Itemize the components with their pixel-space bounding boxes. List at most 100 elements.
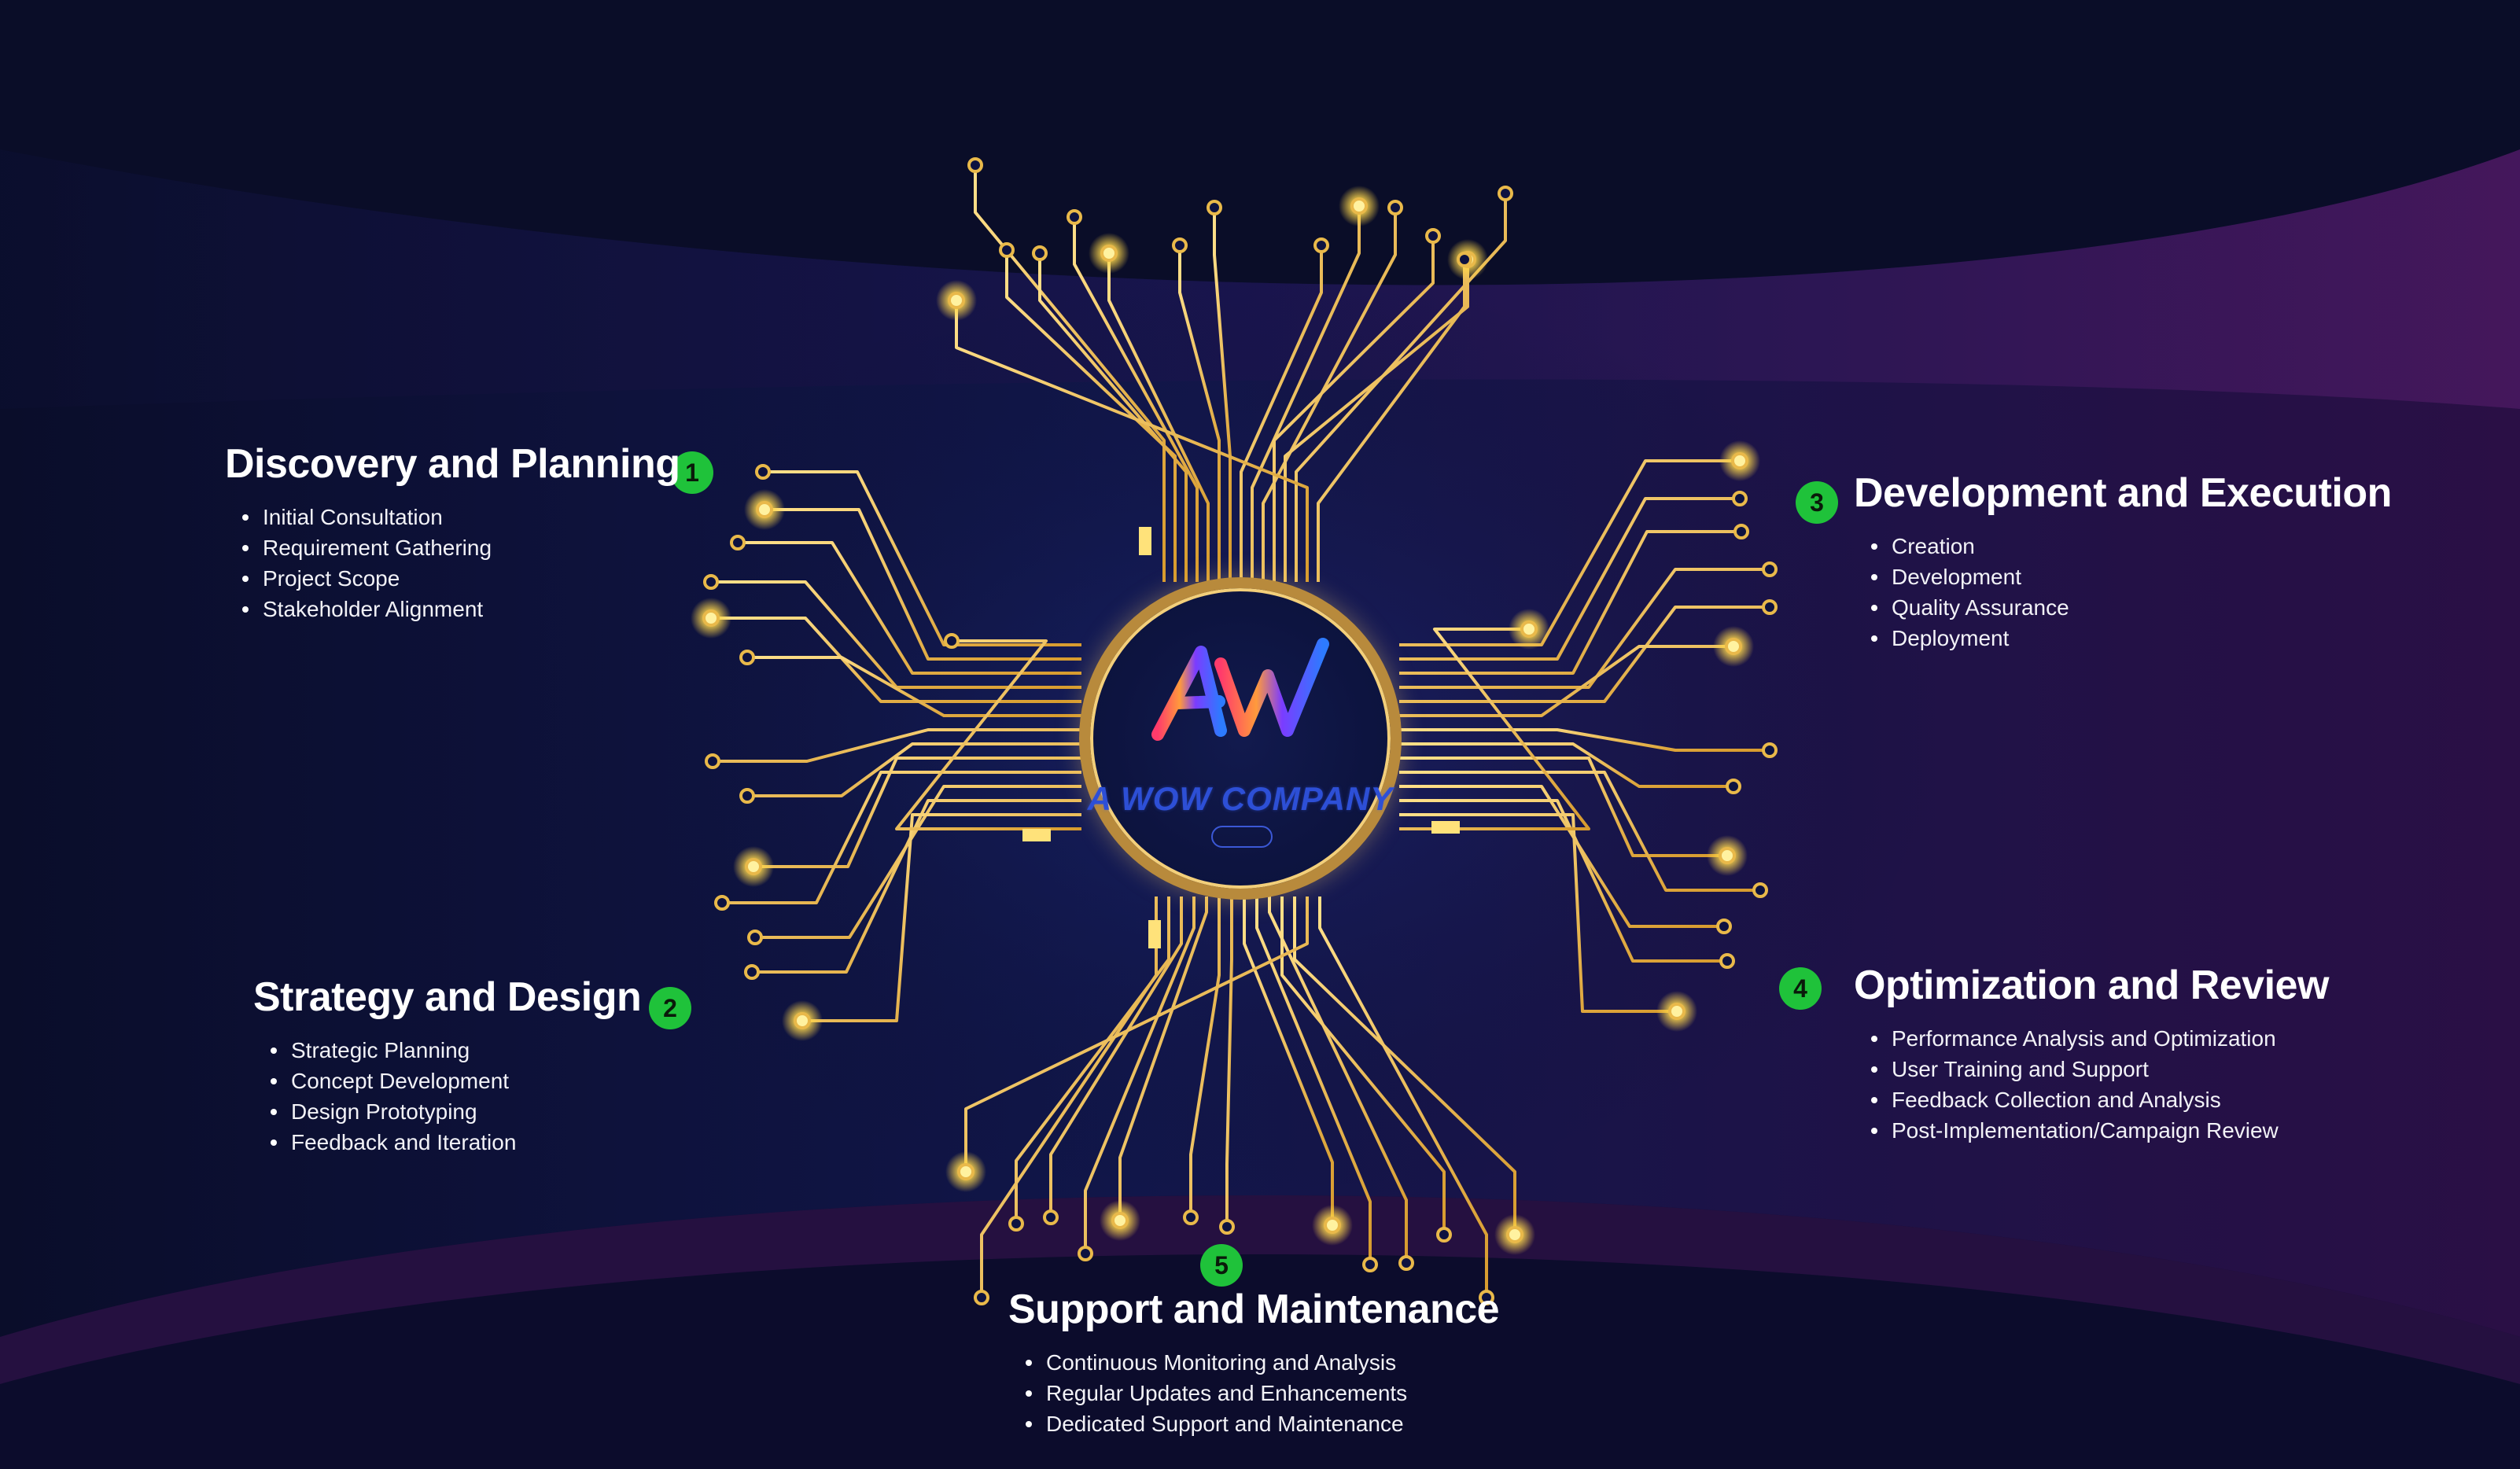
phase-discovery-planning: Discovery and Planning Initial Consultat…	[225, 440, 680, 624]
circuit-trace	[964, 896, 1309, 1172]
circuit-node-icon	[1725, 638, 1742, 655]
circuit-node-icon	[1183, 1209, 1199, 1225]
phase-3-badge: 3	[1796, 481, 1838, 524]
circuit-node-icon	[744, 964, 760, 980]
circuit-trace	[763, 470, 1081, 646]
circuit-node-icon	[1668, 1003, 1686, 1020]
circuit-trace	[1225, 896, 1233, 1227]
circuit-node-icon	[1078, 1246, 1093, 1261]
circuit-node-icon	[1313, 237, 1329, 253]
circuit-node-icon	[714, 895, 730, 911]
circuit-trace	[764, 508, 1081, 661]
circuit-node-icon	[1436, 1227, 1452, 1243]
circuit-node-icon	[702, 609, 720, 627]
circuit-node-icon	[1111, 1212, 1129, 1229]
phase-strategy-design: Strategy and Design Strategic Planning C…	[253, 974, 642, 1158]
circuit-trace	[1399, 813, 1677, 1013]
circuit-trace	[1284, 260, 1469, 582]
phase-development-execution: Development and Execution Creation Devel…	[1854, 469, 2392, 654]
circuit-node-icon	[1762, 742, 1778, 758]
phase-title: Support and Maintenance	[1008, 1287, 1500, 1332]
circuit-node-icon	[739, 650, 755, 665]
circuit-node-icon	[974, 1290, 989, 1305]
phase-5-badge: 5	[1200, 1244, 1243, 1287]
circuit-trace	[1243, 896, 1334, 1225]
list-item: Requirement Gathering	[242, 532, 680, 563]
phase-item-list: Continuous Monitoring and Analysis Regul…	[1008, 1347, 1499, 1439]
circuit-node-icon	[794, 1012, 811, 1029]
circuit-node-icon	[1457, 252, 1472, 267]
phase-item-list: Creation Development Quality Assurance D…	[1854, 531, 2392, 654]
circuit-node-icon	[1350, 197, 1368, 215]
circuit-node-icon	[1762, 599, 1778, 615]
circuit-node-icon	[1716, 919, 1732, 934]
phase-item-list: Strategic Planning Concept Development D…	[253, 1035, 641, 1158]
list-item: Development	[1871, 561, 2392, 592]
circuit-node-icon	[739, 788, 755, 804]
aw-logo-icon	[1151, 638, 1329, 741]
circuit-node-icon	[1719, 847, 1736, 864]
circuit-node-icon	[1398, 1255, 1414, 1271]
circuit-node-icon	[705, 753, 720, 769]
phase-item-list: Initial Consultation Requirement Gatheri…	[225, 502, 680, 624]
circuit-node-icon	[957, 1163, 974, 1180]
circuit-node-icon	[1726, 779, 1741, 794]
circuit-trace	[753, 757, 1081, 868]
circuit-node-icon	[1719, 953, 1735, 969]
circuit-node-icon	[703, 574, 719, 590]
chip-pad-icon	[1139, 527, 1151, 555]
circuit-node-icon	[1425, 228, 1441, 244]
circuit-trace	[1399, 728, 1770, 752]
chip-pad-icon	[1022, 829, 1051, 841]
logo-pill-icon	[1211, 826, 1273, 848]
circuit-node-icon	[1207, 200, 1222, 215]
chip-pad-icon	[1148, 920, 1161, 948]
circuit-node-icon	[1733, 524, 1749, 539]
circuit-node-icon	[1219, 1219, 1235, 1235]
circuit-node-icon	[1498, 186, 1513, 201]
phase-title: Optimization and Review	[1854, 963, 2329, 1008]
phase-optimization-review: Optimization and Review Performance Anal…	[1854, 962, 2329, 1146]
list-item: Quality Assurance	[1871, 592, 2392, 623]
list-item: Design Prototyping	[270, 1096, 641, 1127]
circuit-node-icon	[1762, 561, 1778, 577]
list-item: Concept Development	[270, 1066, 641, 1096]
circuit-node-icon	[1008, 1216, 1024, 1232]
circuit-node-icon	[1506, 1226, 1523, 1243]
circuit-node-icon	[1520, 620, 1538, 638]
chip-pad-icon	[1431, 821, 1460, 834]
circuit-trace	[711, 580, 1081, 689]
circuit-trace	[747, 742, 1081, 797]
circuit-node-icon	[1362, 1257, 1378, 1272]
circuit-node-icon	[745, 858, 762, 875]
circuit-node-icon	[1043, 1209, 1059, 1225]
circuit-trace	[1213, 208, 1232, 582]
circuit-node-icon	[1324, 1217, 1341, 1234]
circuit-node-icon	[747, 930, 763, 945]
phase-2-badge: 2	[649, 987, 691, 1029]
circuit-node-icon	[756, 501, 773, 518]
center-logo: A WOW COMPANY	[1079, 577, 1402, 900]
circuit-trace	[1399, 645, 1733, 717]
phase-title: Discovery and Planning	[225, 441, 680, 487]
circuit-node-icon	[1732, 491, 1748, 506]
list-item: Creation	[1871, 531, 2392, 561]
circuit-trace	[1255, 896, 1372, 1265]
list-item: Feedback and Iteration	[270, 1127, 641, 1158]
circuit-trace	[1262, 208, 1397, 582]
company-name: A WOW COMPANY	[1087, 780, 1394, 817]
circuit-node-icon	[967, 157, 983, 173]
list-item: Stakeholder Alignment	[242, 594, 680, 624]
circuit-trace	[1399, 497, 1740, 661]
circuit-node-icon	[1731, 452, 1748, 469]
list-item: Dedicated Support and Maintenance	[1025, 1408, 1499, 1439]
list-item: Strategic Planning	[270, 1035, 641, 1066]
circuit-node-icon	[999, 242, 1015, 258]
circuit-node-icon	[1032, 245, 1048, 261]
phase-support-maintenance: Support and Maintenance Continuous Monit…	[1008, 1286, 1500, 1439]
circuit-node-icon	[1387, 200, 1403, 215]
list-item: Regular Updates and Enhancements	[1025, 1378, 1499, 1408]
phase-title: Strategy and Design	[253, 974, 642, 1020]
list-item: Deployment	[1871, 623, 2392, 654]
list-item: Performance Analysis and Optimization	[1871, 1023, 2329, 1054]
